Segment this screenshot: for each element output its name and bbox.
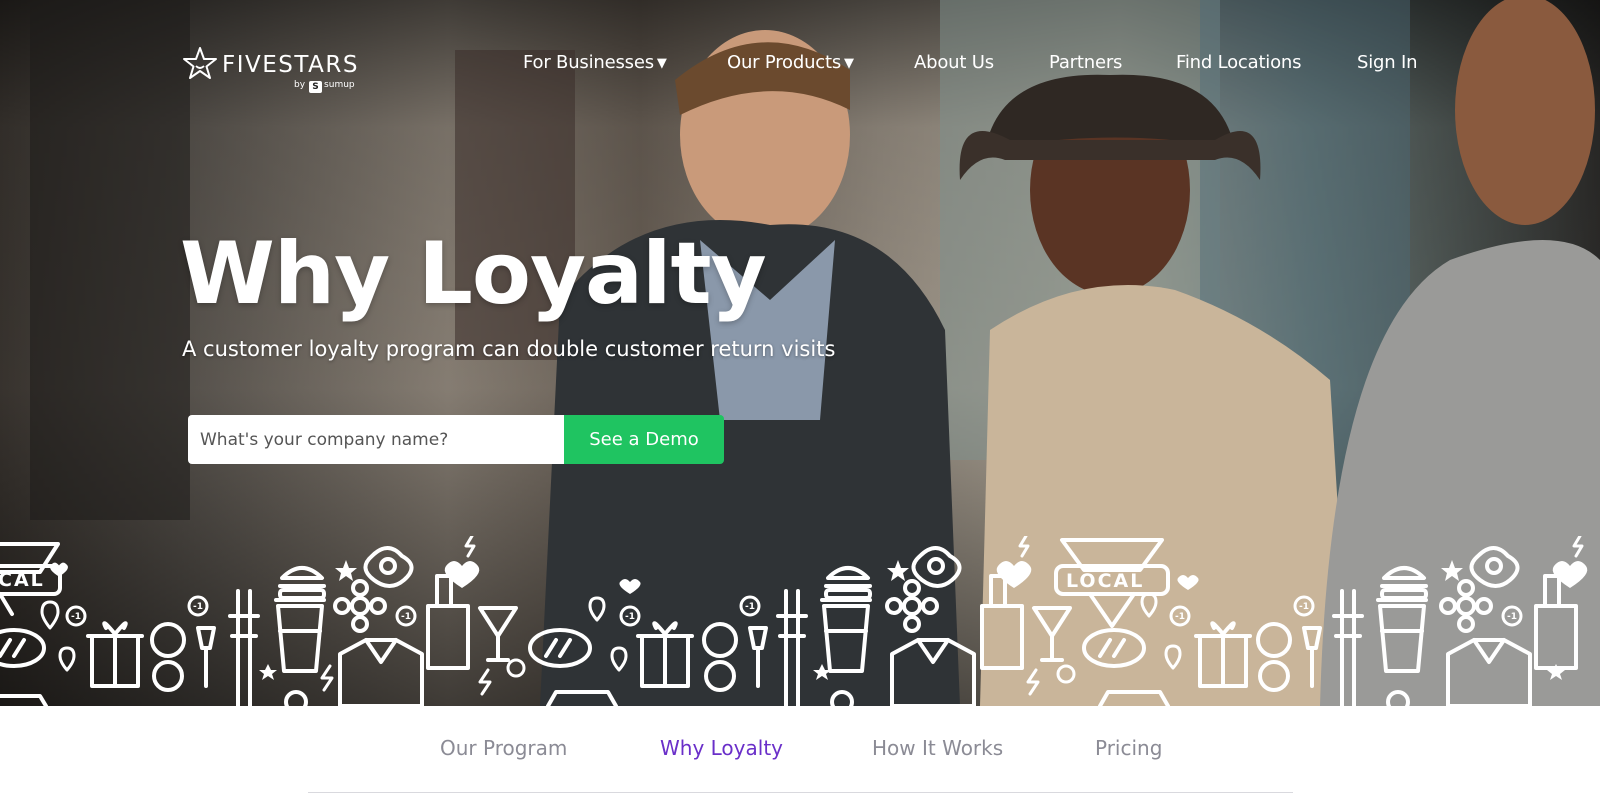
tab-why-loyalty[interactable]: Why Loyalty	[660, 736, 783, 760]
nav-our-products[interactable]: Our Products ▼	[727, 52, 854, 73]
coin-label: -1	[625, 612, 635, 622]
coin-label: -1	[401, 612, 411, 622]
gift-icon	[86, 621, 1252, 688]
demo-request-form: See a Demo	[188, 415, 724, 464]
nav-label: For Businesses	[523, 52, 654, 73]
shirt-icon	[338, 638, 1532, 706]
logo-partner-name: sumup	[324, 80, 355, 90]
coffee-cup-icon	[274, 598, 1428, 673]
hero-section: FIVESTARS by Ssumup For Businesses ▼ Our P…	[0, 0, 1600, 706]
logo-byline: by Ssumup	[294, 80, 355, 93]
nav-find-locations[interactable]: Find Locations	[1176, 52, 1302, 73]
logo-by-text: by	[294, 80, 306, 90]
see-demo-button[interactable]: See a Demo	[564, 415, 724, 464]
page-subtitle: A customer loyalty program can double cu…	[182, 337, 836, 361]
tab-how-it-works[interactable]: How It Works	[872, 736, 1003, 760]
company-name-input[interactable]	[188, 415, 564, 464]
coin-label: -1	[1507, 612, 1517, 622]
nav-sign-in[interactable]: Sign In	[1357, 52, 1418, 73]
star-badge-icon	[183, 47, 217, 79]
sumup-icon: S	[309, 81, 323, 93]
ring-icon	[150, 622, 1292, 692]
brush-icon	[196, 626, 1322, 688]
tab-pricing[interactable]: Pricing	[1095, 736, 1162, 760]
local-business-icon-strip: CAL LOCAL -1 -1 -1 -1 -1 -1 -1 -1	[0, 536, 1588, 706]
section-tabs: Our Program Why Loyalty How It Works Pri…	[0, 706, 1600, 805]
nav-partners[interactable]: Partners	[1049, 52, 1122, 73]
chevron-down-icon: ▼	[844, 56, 854, 71]
nav-label: Our Products	[727, 52, 842, 73]
local-sign-text: LOCAL	[1066, 570, 1144, 592]
local-sign-text-left: CAL	[0, 569, 45, 591]
chevron-down-icon: ▼	[656, 56, 667, 71]
divider	[308, 792, 1293, 793]
coin-label: -1	[745, 602, 755, 612]
logo-wordmark: FIVESTARS	[222, 52, 359, 78]
nav-for-businesses[interactable]: For Businesses ▼	[523, 52, 667, 73]
coin-label: -1	[193, 602, 203, 612]
egg-icon	[363, 546, 1520, 588]
coin-label: -1	[71, 612, 81, 622]
coin-label: -1	[1175, 612, 1185, 622]
nav-about-us[interactable]: About Us	[914, 52, 994, 73]
page-title: Why Loyalty	[180, 224, 767, 324]
coin-label: -1	[1299, 602, 1309, 612]
tab-our-program[interactable]: Our Program	[440, 736, 567, 760]
fivestars-logo[interactable]: FIVESTARS by Ssumup	[182, 46, 362, 94]
